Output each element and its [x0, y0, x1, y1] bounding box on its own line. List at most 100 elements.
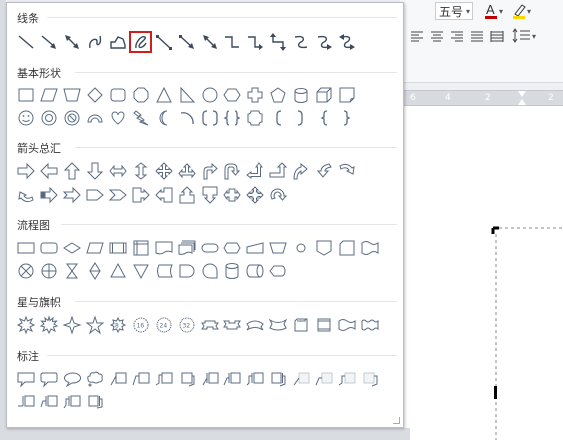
s-curve-icon[interactable] — [290, 31, 313, 53]
line-callout-2-accent-icon[interactable] — [221, 368, 244, 390]
vertical-scroll-icon[interactable] — [290, 314, 313, 336]
trapezoid-icon[interactable] — [61, 84, 84, 106]
circle-icon[interactable] — [198, 84, 221, 106]
flow-extract-icon[interactable] — [107, 260, 130, 282]
quad-arrow-icon[interactable] — [152, 160, 175, 182]
arc-block-icon[interactable] — [84, 107, 107, 129]
flow-magnetic-disk-icon[interactable] — [221, 260, 244, 282]
elbow-arrow-icon[interactable] — [175, 31, 198, 53]
rounded-rect-icon[interactable] — [107, 84, 130, 106]
line-callout-3-icon[interactable] — [152, 368, 175, 390]
flow-manual-input-icon[interactable] — [244, 237, 267, 259]
left-up-arrow-icon[interactable] — [244, 160, 267, 182]
flow-process-icon[interactable] — [15, 237, 38, 259]
diamond-icon[interactable] — [84, 84, 107, 106]
star-5-icon[interactable] — [84, 314, 107, 336]
horizontal-scroll-icon[interactable] — [313, 314, 336, 336]
rect-callout-icon[interactable] — [15, 368, 38, 390]
justify-icon[interactable] — [470, 30, 484, 45]
flow-card-icon[interactable] — [335, 237, 358, 259]
parallelogram-icon[interactable] — [38, 84, 61, 106]
line-callout-4-icon[interactable] — [175, 368, 198, 390]
curved-down-arrow-icon[interactable] — [335, 160, 358, 182]
flow-punched-tape-icon[interactable] — [358, 237, 381, 259]
cross-icon[interactable] — [244, 84, 267, 106]
line-callout-4-nb-icon[interactable] — [358, 368, 381, 390]
up-arrow-icon[interactable] — [61, 160, 84, 182]
arrow-shape-icon[interactable] — [38, 31, 61, 53]
star-8-icon[interactable]: 8 — [107, 314, 130, 336]
flow-stored-data-icon[interactable] — [152, 260, 175, 282]
flow-terminator-icon[interactable] — [198, 237, 221, 259]
left-brace-icon[interactable] — [313, 107, 336, 129]
flow-direct-storage-icon[interactable] — [244, 260, 267, 282]
line-callout-1-bar-icon[interactable] — [15, 391, 38, 413]
rounded-rect-callout-icon[interactable] — [38, 368, 61, 390]
arc-icon[interactable] — [175, 107, 198, 129]
curved-ribbon-up-icon[interactable] — [244, 314, 267, 336]
line-spacing-icon[interactable]: ▾ — [512, 28, 538, 47]
flow-document-icon[interactable] — [152, 237, 175, 259]
line-callout-3-accent-icon[interactable] — [244, 368, 267, 390]
line-callout-1-icon[interactable] — [107, 368, 130, 390]
flow-sequential-storage-icon[interactable] — [198, 260, 221, 282]
align-right-icon[interactable] — [450, 30, 464, 45]
align-center-icon[interactable] — [430, 30, 444, 45]
line-callout-1-accent-icon[interactable] — [198, 368, 221, 390]
triangle-icon[interactable] — [152, 84, 175, 106]
cloud-callout-icon[interactable] — [84, 368, 107, 390]
right-arrow-icon[interactable] — [15, 160, 38, 182]
line-shape-icon[interactable] — [15, 31, 38, 53]
flow-or-icon[interactable] — [38, 260, 61, 282]
flow-display-icon[interactable] — [267, 260, 290, 282]
star-4-icon[interactable] — [61, 314, 84, 336]
flow-merge-icon[interactable] — [129, 260, 152, 282]
rectangle-icon[interactable] — [15, 84, 38, 106]
right-arrow-callout-icon[interactable] — [129, 184, 152, 206]
line-callout-3-bar-icon[interactable] — [61, 391, 84, 413]
up-down-arrow-icon[interactable] — [129, 160, 152, 182]
left-right-arrow-icon[interactable] — [107, 160, 130, 182]
right-brace-icon[interactable] — [335, 107, 358, 129]
highlight-icon[interactable]: ▾ — [512, 1, 534, 24]
indent-marker-icon[interactable] — [518, 91, 526, 105]
line-callout-4-accent-icon[interactable] — [267, 368, 290, 390]
line-callout-4-bar-icon[interactable] — [84, 391, 107, 413]
line-callout-2-icon[interactable] — [129, 368, 152, 390]
elbow-connector-icon[interactable] — [152, 31, 175, 53]
scribble-shape-icon[interactable] — [129, 31, 153, 53]
flow-predefined-icon[interactable] — [107, 237, 130, 259]
s-curve-arrow-icon[interactable] — [313, 31, 336, 53]
octagon-icon[interactable] — [129, 84, 152, 106]
flow-multidocument-icon[interactable] — [175, 237, 198, 259]
smiley-icon[interactable] — [15, 107, 38, 129]
line-callout-2-bar-icon[interactable] — [38, 391, 61, 413]
hexagon-icon[interactable] — [221, 84, 244, 106]
no-symbol-icon[interactable] — [61, 107, 84, 129]
left-bracket-icon[interactable] — [267, 107, 290, 129]
bracket-pair-icon[interactable] — [198, 107, 221, 129]
curved-double-arrow-icon[interactable] — [267, 31, 290, 53]
left-right-arrow-callout-icon[interactable] — [221, 184, 244, 206]
wave-icon[interactable] — [335, 314, 358, 336]
chevron-down-icon[interactable]: ▾ — [466, 3, 470, 21]
line-callout-1-nb-icon[interactable] — [290, 368, 313, 390]
flow-manual-operation-icon[interactable] — [267, 237, 290, 259]
curved-right-arrow-icon[interactable] — [290, 160, 313, 182]
star-24-icon[interactable]: 24 — [152, 314, 175, 336]
font-size-select[interactable]: 五号 ▾ — [435, 2, 473, 20]
down-arrow-icon[interactable] — [84, 160, 107, 182]
elbow-double-arrow-icon[interactable] — [198, 31, 221, 53]
pentagon-icon[interactable] — [267, 84, 290, 106]
notched-arrow-icon[interactable] — [61, 184, 84, 206]
donut-icon[interactable] — [38, 107, 61, 129]
line-callout-3-nb-icon[interactable] — [335, 368, 358, 390]
left-right-up-arrow-icon[interactable] — [175, 160, 198, 182]
folded-corner-icon[interactable] — [335, 84, 358, 106]
s-curve-double-arrow-icon[interactable] — [335, 31, 358, 53]
up-arrow-callout-icon[interactable] — [175, 184, 198, 206]
flow-decision-icon[interactable] — [61, 237, 84, 259]
ribbon-down-icon[interactable] — [221, 314, 244, 336]
curved-up-arrow-icon[interactable] — [15, 184, 38, 206]
flow-delay-icon[interactable] — [175, 260, 198, 282]
